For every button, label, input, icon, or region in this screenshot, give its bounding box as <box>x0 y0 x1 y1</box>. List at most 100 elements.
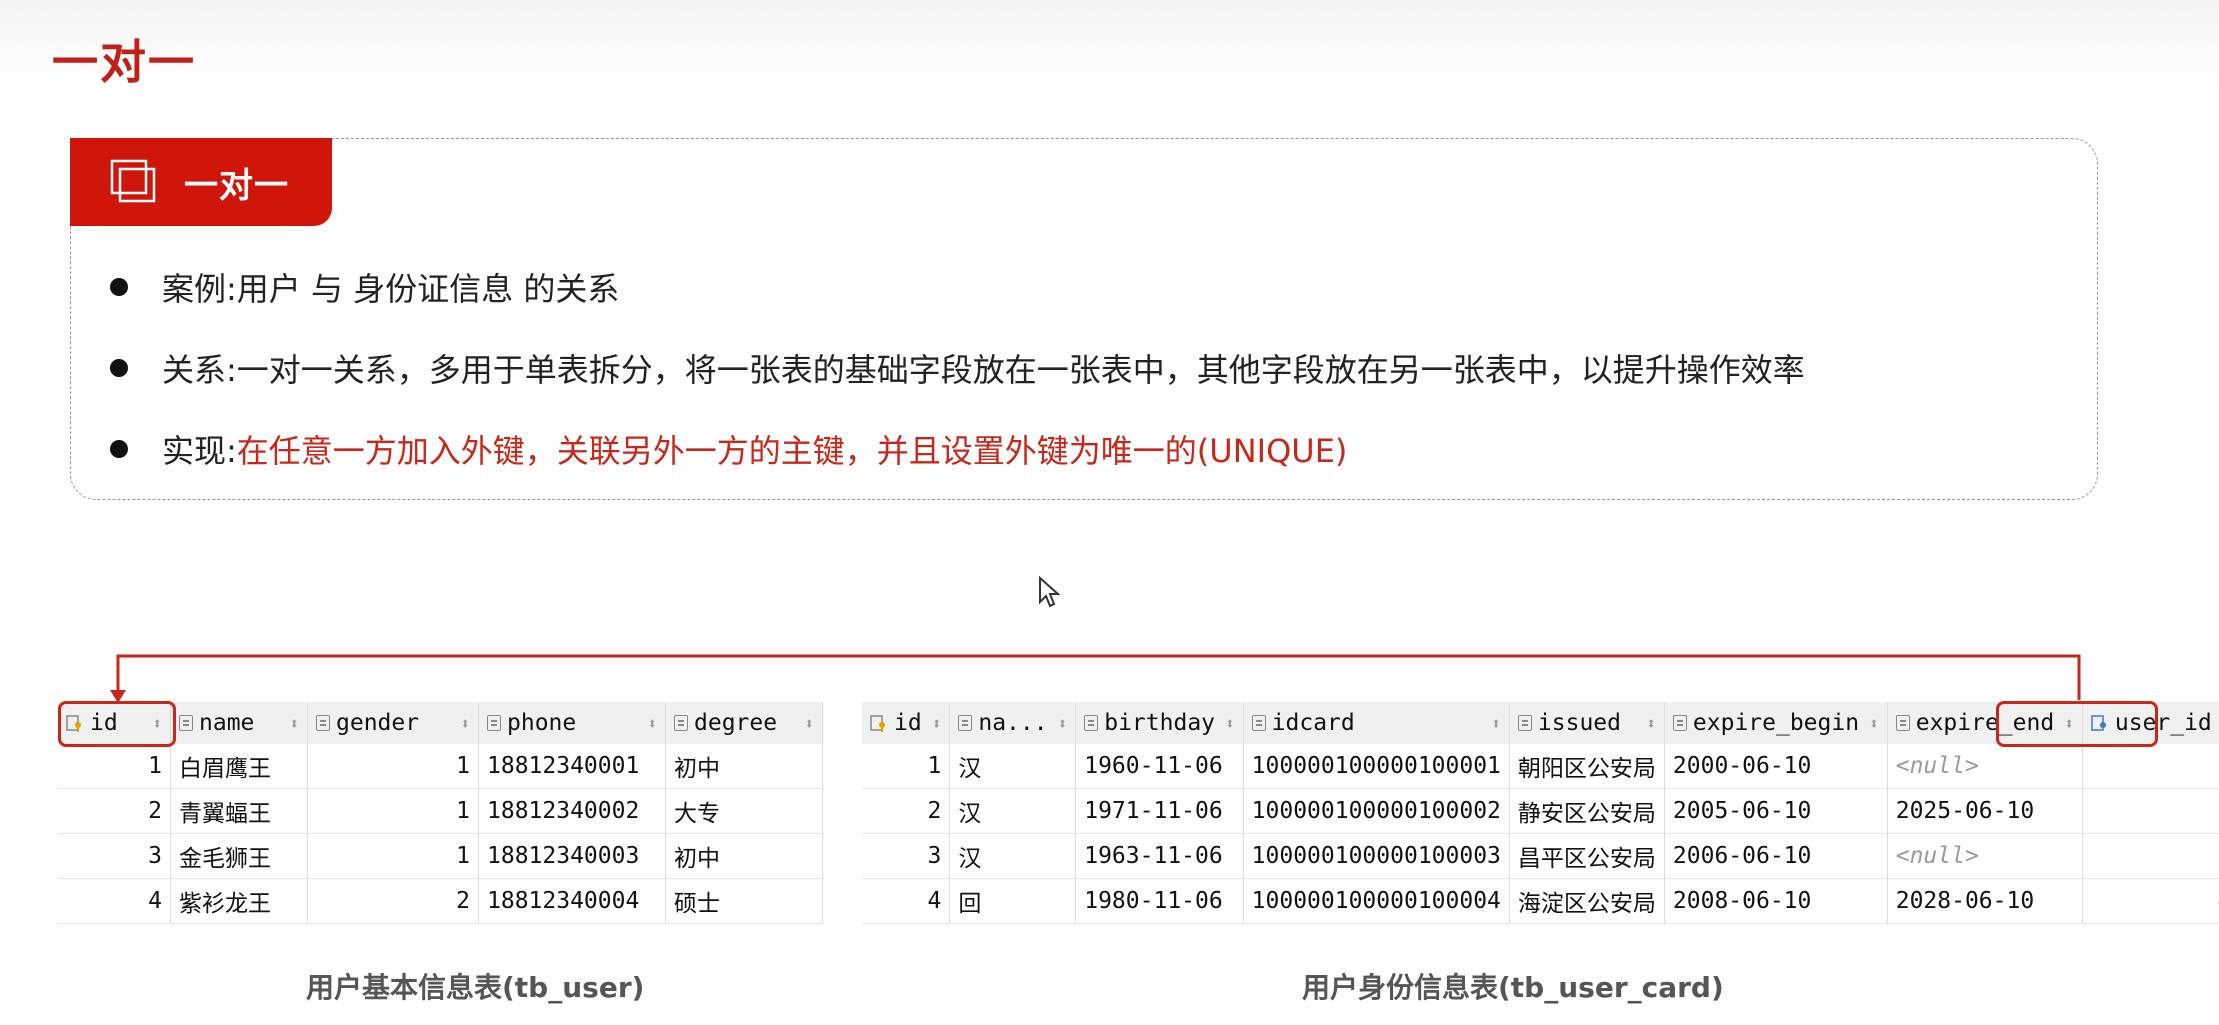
cell[interactable]: 4 <box>2082 878 2219 924</box>
cell[interactable]: 3 <box>862 833 951 879</box>
column-header-issued[interactable]: issued ⬍ <box>1509 702 1665 744</box>
cell[interactable]: 2005-06-10 <box>1664 788 1888 834</box>
cell[interactable]: 2 <box>2082 788 2219 834</box>
column-label: id <box>894 710 922 736</box>
table-row[interactable]: 2 青翼蝠王 1 18812340002 大专 <box>58 788 823 834</box>
column-header-expire-begin[interactable]: expire_begin ⬍ <box>1664 702 1888 744</box>
cell[interactable]: 3 <box>58 833 171 879</box>
column-icon <box>316 715 330 731</box>
cell[interactable]: 2006-06-10 <box>1664 833 1888 879</box>
column-header-gender[interactable]: gender ⬍ <box>307 702 479 744</box>
column-header-degree[interactable]: degree ⬍ <box>665 702 823 744</box>
cell[interactable]: 朝阳区公安局 <box>1509 744 1665 789</box>
sort-icon[interactable]: ⬍ <box>932 714 942 733</box>
id-highlight-box <box>58 701 176 747</box>
cell[interactable]: 2 <box>307 878 479 924</box>
cell[interactable]: 汉 <box>949 744 1077 789</box>
cell[interactable]: 18812340003 <box>478 833 666 879</box>
column-icon <box>1084 715 1099 731</box>
column-icon <box>1672 715 1687 731</box>
cell[interactable]: 金毛狮王 <box>170 833 308 879</box>
cell[interactable]: 1 <box>862 744 951 789</box>
cell[interactable]: 海淀区公安局 <box>1509 878 1665 924</box>
cell[interactable]: 昌平区公安局 <box>1509 833 1665 879</box>
cell[interactable]: 1971-11-06 <box>1075 788 1244 834</box>
cell[interactable]: 18812340001 <box>478 744 666 789</box>
cell[interactable]: <null> <box>1887 833 2083 879</box>
column-header-nation[interactable]: na... ⬍ <box>949 702 1077 744</box>
sort-icon[interactable]: ⬍ <box>1491 714 1501 733</box>
sort-icon[interactable]: ⬍ <box>1869 714 1879 733</box>
cell[interactable]: 2028-06-10 <box>1887 878 2083 924</box>
column-label: birthday <box>1104 710 1216 736</box>
column-label: name <box>199 710 255 736</box>
sort-icon[interactable]: ⬍ <box>1646 714 1656 733</box>
tb-user-caption: 用户基本信息表(tb_user) <box>306 971 645 1004</box>
cell[interactable]: 硕士 <box>665 878 823 924</box>
table-row[interactable]: 4 回 1980-11-06 100000100000100004 海淀区公安局… <box>862 878 2219 924</box>
cell[interactable]: 1960-11-06 <box>1075 744 1244 789</box>
column-header-birthday[interactable]: birthday ⬍ <box>1075 702 1244 744</box>
cell[interactable]: 大专 <box>665 788 823 834</box>
sort-icon[interactable]: ⬍ <box>460 714 470 733</box>
column-label: expire_begin <box>1692 710 1860 736</box>
cell[interactable]: 初中 <box>665 744 823 789</box>
cell[interactable]: 白眉鹰王 <box>170 744 308 789</box>
sort-icon[interactable]: ⬍ <box>1058 714 1068 733</box>
cell[interactable]: 100000100000100003 <box>1243 833 1510 879</box>
cell[interactable]: 2008-06-10 <box>1664 878 1888 924</box>
column-label: na... <box>978 710 1048 736</box>
cell[interactable]: 100000100000100001 <box>1243 744 1510 789</box>
column-label: phone <box>507 710 577 736</box>
cell[interactable]: 2 <box>58 788 171 834</box>
column-icon <box>1251 715 1266 731</box>
cell[interactable]: <null> <box>1887 744 2083 789</box>
cell[interactable]: 1963-11-06 <box>1075 833 1244 879</box>
cell[interactable]: 初中 <box>665 833 823 879</box>
column-header-idcard[interactable]: idcard ⬍ <box>1243 702 1510 744</box>
cell[interactable]: 3 <box>2082 833 2219 879</box>
cell[interactable]: 18812340004 <box>478 878 666 924</box>
cell[interactable]: 4 <box>862 878 951 924</box>
column-icon <box>487 715 501 731</box>
tb-user-card-caption: 用户身份信息表(tb_user_card) <box>1302 971 1724 1004</box>
column-icon <box>179 715 193 731</box>
column-header-name[interactable]: name ⬍ <box>170 702 308 744</box>
table-row[interactable]: 2 汉 1971-11-06 100000100000100002 静安区公安局… <box>862 788 2219 834</box>
sort-icon[interactable]: ⬍ <box>1225 714 1235 733</box>
cell[interactable]: 青翼蝠王 <box>170 788 308 834</box>
cell[interactable]: 100000100000100004 <box>1243 878 1510 924</box>
cell[interactable]: 1 <box>307 788 479 834</box>
column-icon <box>1895 715 1910 731</box>
cell[interactable]: 1 <box>307 744 479 789</box>
cell[interactable]: 4 <box>58 878 171 924</box>
cell[interactable]: 1 <box>307 833 479 879</box>
cell[interactable]: 100000100000100002 <box>1243 788 1510 834</box>
cell[interactable]: 1 <box>2082 744 2219 789</box>
column-header-id[interactable]: id ⬍ <box>862 702 951 744</box>
table-row[interactable]: 1 白眉鹰王 1 18812340001 初中 <box>58 744 823 789</box>
sort-icon[interactable]: ⬍ <box>804 714 814 733</box>
cell[interactable]: 汉 <box>949 788 1077 834</box>
column-icon <box>1517 715 1532 731</box>
cell[interactable]: 回 <box>949 878 1077 924</box>
cell[interactable]: 2025-06-10 <box>1887 788 2083 834</box>
sort-icon[interactable]: ⬍ <box>647 714 657 733</box>
cell[interactable]: 汉 <box>949 833 1077 879</box>
column-header-phone[interactable]: phone ⬍ <box>478 702 666 744</box>
primary-key-icon <box>870 715 885 732</box>
cell[interactable]: 1 <box>58 744 171 789</box>
table-row[interactable]: 4 紫衫龙王 2 18812340004 硕士 <box>58 878 823 924</box>
cell[interactable]: 紫衫龙王 <box>170 878 308 924</box>
cell[interactable]: 2000-06-10 <box>1664 744 1888 789</box>
cell[interactable]: 2 <box>862 788 951 834</box>
column-icon <box>674 715 688 731</box>
column-label: idcard <box>1271 710 1355 736</box>
cell[interactable]: 1980-11-06 <box>1075 878 1244 924</box>
cell[interactable]: 18812340002 <box>478 788 666 834</box>
sort-icon[interactable]: ⬍ <box>289 714 299 733</box>
table-row[interactable]: 1 汉 1960-11-06 100000100000100001 朝阳区公安局… <box>862 744 2219 789</box>
table-row[interactable]: 3 金毛狮王 1 18812340003 初中 <box>58 833 823 879</box>
table-row[interactable]: 3 汉 1963-11-06 100000100000100003 昌平区公安局… <box>862 833 2219 879</box>
cell[interactable]: 静安区公安局 <box>1509 788 1665 834</box>
